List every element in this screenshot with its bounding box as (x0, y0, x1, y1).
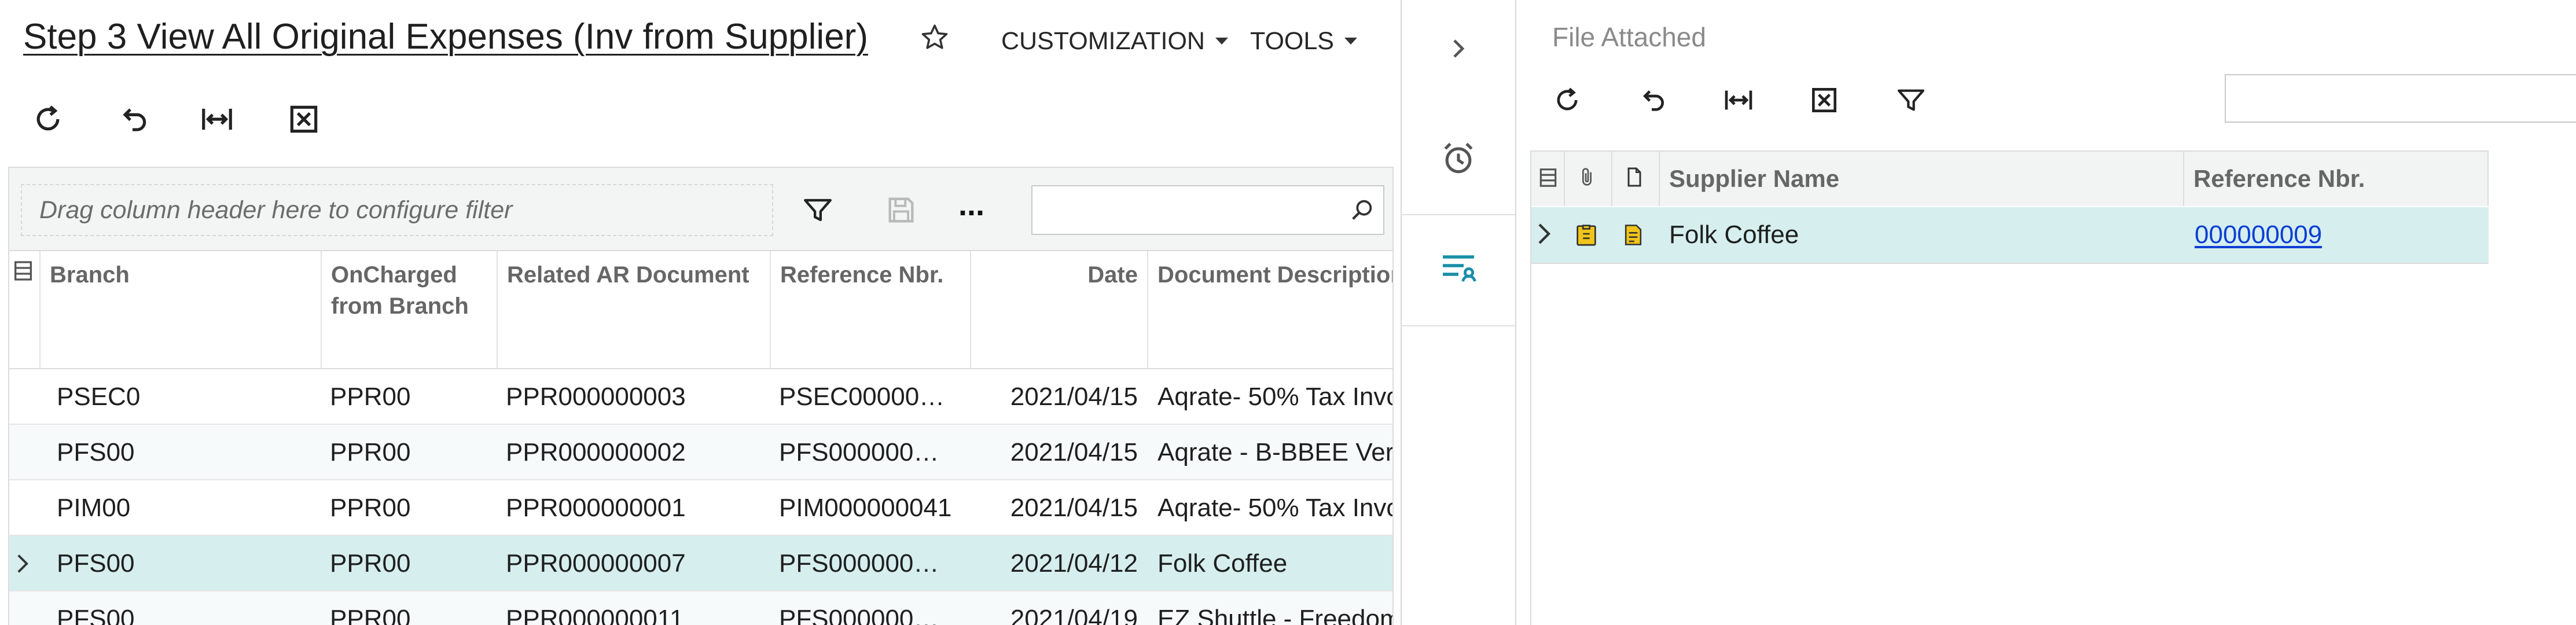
cell-branch: PIM00 (57, 494, 131, 522)
table-row-selected[interactable]: Folk Coffee 000000009 (1531, 207, 2489, 264)
star-icon[interactable] (919, 22, 950, 53)
column-config-icon[interactable] (1537, 152, 1564, 189)
cell-description: Aqrate- 50% Tax Invo (1157, 494, 1392, 522)
refresh-icon[interactable] (1551, 84, 1583, 116)
side-panel-strip (1401, 0, 1516, 625)
cell-related-ar: PPR000000007 (506, 549, 686, 578)
grid-toolbar: Drag column header here to configure fil… (9, 168, 1392, 251)
row-indicator-icon (14, 536, 37, 591)
column-header-reference[interactable]: Reference Nbr. (2184, 152, 2489, 206)
export-excel-icon[interactable] (286, 101, 322, 137)
cell-description: Aqrate- 50% Tax Invo (1157, 383, 1392, 411)
cell-date: 2021/04/15 (1010, 494, 1138, 522)
table-row[interactable]: PFS00 PPR00 PPR000000011 PFS000000… 2021… (9, 591, 1392, 625)
cell-reference: PFS000000… (779, 549, 939, 578)
expenses-grid: Drag column header here to configure fil… (8, 167, 1394, 625)
cell-branch: PSEC0 (57, 383, 141, 411)
column-header-supplier-name[interactable]: Supplier Name (1660, 152, 2184, 206)
refresh-icon[interactable] (30, 101, 66, 137)
cell-branch: PFS00 (57, 438, 135, 466)
panel-search-input[interactable] (2225, 74, 2576, 123)
grid-search-input[interactable] (1031, 185, 1384, 235)
cell-oncharged: PPR00 (330, 549, 411, 578)
cell-oncharged: PPR00 (330, 383, 411, 411)
cell-description: Folk Coffee (1157, 549, 1288, 578)
cell-reference-link[interactable]: 000000009 (2195, 207, 2322, 263)
cell-description: EZ Shuttle - Freedom (1157, 605, 1392, 625)
column-config-icon[interactable] (12, 259, 37, 282)
cell-related-ar: PPR000000002 (506, 438, 686, 466)
row-selector-header[interactable] (9, 251, 41, 368)
alarm-clock-icon[interactable] (1439, 139, 1478, 178)
cell-reference: PFS000000… (779, 438, 939, 466)
cell-oncharged: PPR00 (330, 605, 411, 625)
row-indicator-icon (1535, 218, 1553, 250)
column-header-date[interactable]: Date (971, 251, 1148, 368)
table-row[interactable]: PIM00 PPR00 PPR000000001 PIM000000041 20… (9, 480, 1392, 536)
paperclip-icon (1575, 152, 1611, 189)
column-header-oncharged[interactable]: OnCharged from Branch (322, 251, 498, 368)
column-header-description[interactable]: Document Description (1148, 251, 1392, 368)
caret-down-icon (1215, 38, 1228, 45)
tools-menu-label: TOOLS (1250, 27, 1334, 55)
main-screen: Step 3 View All Original Expenses (Inv f… (0, 0, 1401, 625)
tools-menu[interactable]: TOOLS (1250, 25, 1357, 57)
column-header-related-ar[interactable]: Related AR Document (498, 251, 771, 368)
fit-columns-icon[interactable] (199, 101, 235, 137)
cell-branch: PFS00 (57, 549, 135, 578)
document-icon (1623, 152, 1659, 189)
fit-columns-icon[interactable] (1722, 84, 1755, 116)
cell-related-ar: PPR000000011 (506, 605, 684, 625)
attached-files-grid: Supplier Name Reference Nbr. Folk Coffee… (1530, 150, 2489, 625)
column-header-branch[interactable]: Branch (41, 251, 322, 368)
chevron-right-icon[interactable] (1442, 32, 1475, 65)
customization-menu[interactable]: CUSTOMIZATION (1001, 25, 1228, 57)
cell-related-ar: PPR000000001 (506, 494, 686, 522)
more-icon[interactable]: ... (958, 188, 984, 222)
cell-supplier-name: Folk Coffee (1669, 220, 1799, 249)
table-row[interactable]: PFS00 PPR00 PPR000000002 PFS000000… 2021… (9, 425, 1392, 480)
caret-down-icon (1344, 38, 1357, 45)
attachment-icon[interactable] (1573, 221, 1600, 249)
note-icon[interactable] (1620, 221, 1646, 249)
file-attached-panel: File Attached Supplier Name Reference Nb… (1516, 0, 2576, 625)
note-column-header[interactable] (1612, 152, 1660, 206)
page-title[interactable]: Step 3 View All Original Expenses (Inv f… (23, 14, 868, 60)
attachment-column-header[interactable] (1565, 152, 1612, 206)
column-header-reference[interactable]: Reference Nbr. (771, 251, 971, 368)
table-row-selected[interactable]: PFS00 PPR00 PPR000000007 PFS000000… 2021… (9, 536, 1392, 591)
cell-date: 2021/04/15 (1010, 383, 1138, 411)
cell-reference: PIM000000041 (779, 494, 952, 522)
save-icon (884, 193, 918, 227)
export-excel-icon[interactable] (1808, 84, 1840, 116)
cell-related-ar: PPR000000003 (506, 383, 686, 411)
table-row[interactable]: PSEC0 PPR00 PPR000000003 PSEC00000… 2021… (9, 369, 1392, 425)
panel-title: File Attached (1552, 22, 1706, 52)
undo-icon[interactable] (115, 101, 150, 137)
cell-reference: PSEC00000… (779, 383, 945, 411)
strip-selected-tab[interactable] (1402, 214, 1515, 326)
cell-branch: PFS00 (57, 605, 135, 625)
undo-icon[interactable] (1636, 84, 1668, 116)
row-selector-header[interactable] (1531, 152, 1565, 206)
cell-date: 2021/04/19 (1010, 605, 1138, 625)
cell-oncharged: PPR00 (330, 438, 411, 466)
cell-reference: PFS000000… (779, 605, 939, 625)
cell-description: Aqrate - B-BBEE Ver (1157, 438, 1392, 466)
filter-icon[interactable] (1895, 84, 1927, 116)
customization-menu-label: CUSTOMIZATION (1001, 27, 1205, 55)
search-icon (1348, 197, 1375, 223)
filter-drop-zone[interactable]: Drag column header here to configure fil… (21, 184, 773, 236)
cell-oncharged: PPR00 (330, 494, 411, 522)
filter-icon[interactable] (801, 193, 835, 227)
detail-panel-icon (1438, 247, 1479, 288)
cell-date: 2021/04/15 (1010, 438, 1138, 466)
cell-date: 2021/04/12 (1010, 549, 1138, 578)
